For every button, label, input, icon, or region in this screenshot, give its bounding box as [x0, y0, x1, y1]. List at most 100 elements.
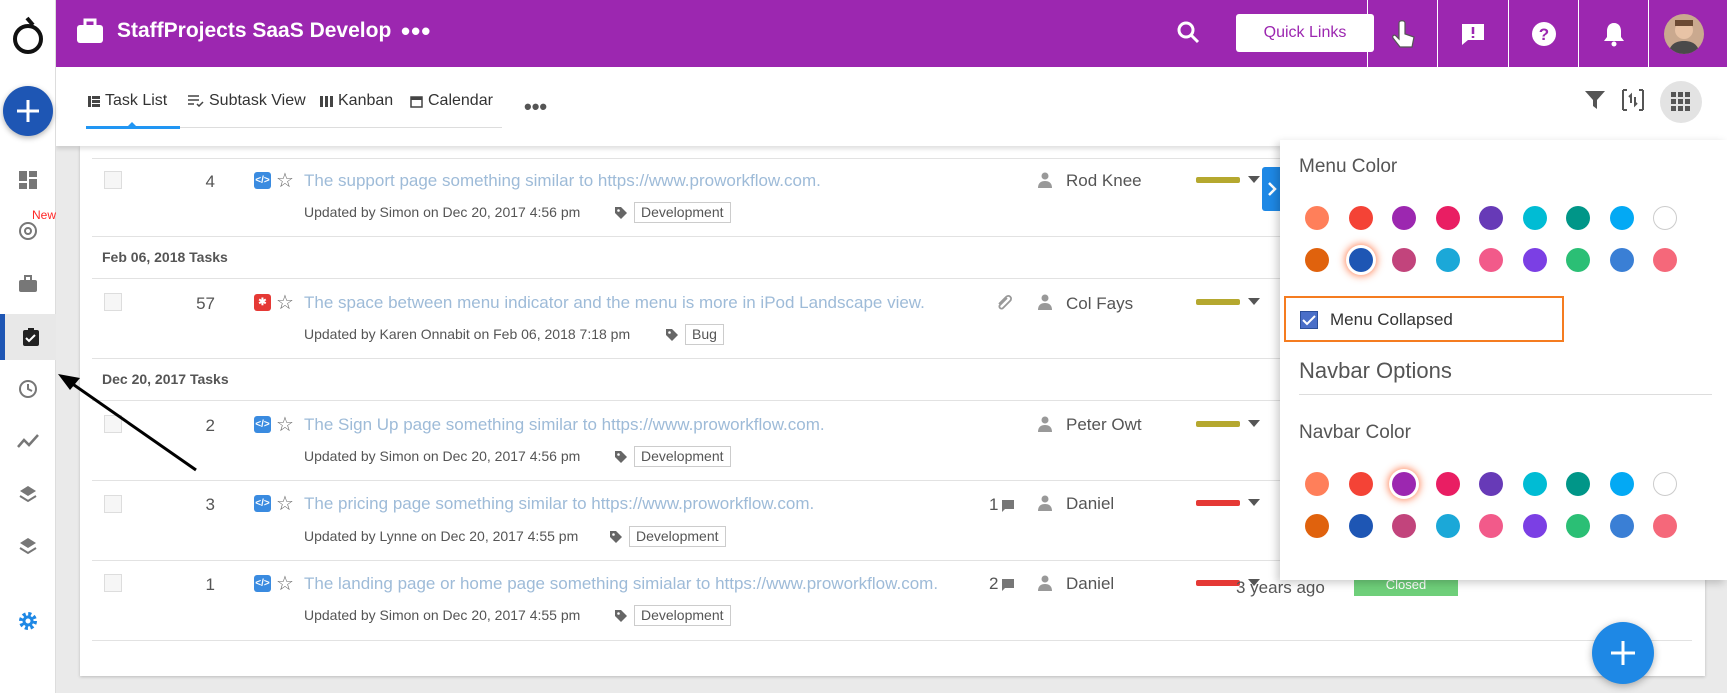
add-task-button[interactable] — [1592, 622, 1654, 684]
priority-dropdown[interactable] — [1248, 420, 1260, 427]
tab-kanban[interactable]: Kanban — [320, 92, 393, 110]
apps-grid-button[interactable] — [1660, 81, 1702, 123]
menu-color-swatch[interactable] — [1348, 206, 1373, 230]
create-new-button[interactable] — [3, 86, 53, 136]
navbar-color-swatch[interactable] — [1348, 514, 1373, 538]
sidebar-item-timesheets[interactable] — [0, 366, 56, 412]
navbar-color-swatch[interactable] — [1522, 514, 1547, 538]
project-more-menu[interactable]: ••• — [401, 16, 431, 47]
user-menu[interactable] — [1648, 0, 1718, 67]
attachment-icon[interactable] — [995, 294, 1013, 314]
menu-color-swatch[interactable] — [1305, 206, 1329, 230]
navbar-color-swatch[interactable] — [1392, 514, 1416, 538]
navbar-color-swatch[interactable] — [1479, 472, 1503, 496]
tab-task-list[interactable]: Task List — [88, 92, 167, 110]
sort-icon[interactable] — [1620, 87, 1646, 113]
menu-color-swatch[interactable] — [1435, 206, 1460, 230]
task-checkbox[interactable] — [104, 574, 122, 592]
navbar-color-swatch[interactable] — [1609, 472, 1634, 496]
panel-toggle-button[interactable] — [1262, 167, 1282, 211]
search-icon[interactable] — [1176, 20, 1200, 44]
menu-color-swatch[interactable] — [1392, 248, 1416, 272]
task-title[interactable]: The Sign Up page something similar to ht… — [304, 415, 825, 435]
tab-subtask-view[interactable]: Subtask View — [188, 92, 306, 110]
task-title[interactable]: The support page something similar to ht… — [304, 171, 821, 191]
task-title[interactable]: The space between menu indicator and the… — [304, 293, 925, 313]
task-assignee[interactable]: Rod Knee — [1066, 171, 1142, 191]
priority-dropdown[interactable] — [1248, 499, 1260, 506]
app-logo[interactable] — [8, 14, 48, 56]
task-title[interactable]: The pricing page something similar to ht… — [304, 494, 814, 514]
priority-dropdown[interactable] — [1248, 298, 1260, 305]
menu-color-swatch[interactable] — [1566, 206, 1590, 230]
star-icon[interactable]: ☆ — [276, 491, 294, 516]
menu-collapsed-checkbox[interactable] — [1300, 311, 1318, 329]
menu-color-swatch[interactable] — [1479, 248, 1503, 272]
sidebar-item-layers-2[interactable] — [0, 523, 56, 569]
task-assignee[interactable]: Daniel — [1066, 574, 1114, 594]
sidebar-item-reports[interactable] — [0, 418, 56, 464]
task-assignee[interactable]: Col Fays — [1066, 294, 1133, 314]
navbar-color-swatch[interactable] — [1566, 514, 1590, 538]
task-assignee[interactable]: Daniel — [1066, 494, 1114, 514]
navbar-color-swatch[interactable] — [1435, 514, 1460, 538]
star-icon[interactable]: ☆ — [276, 290, 294, 315]
navbar-color-swatch[interactable] — [1392, 472, 1416, 496]
menu-color-swatch[interactable] — [1479, 206, 1503, 230]
menu-color-swatch[interactable] — [1392, 206, 1416, 230]
priority-bar — [1196, 580, 1240, 586]
star-icon[interactable]: ☆ — [276, 168, 294, 193]
task-tag[interactable]: Development — [629, 526, 726, 547]
menu-color-swatch[interactable] — [1653, 206, 1677, 230]
menu-color-swatch[interactable] — [1609, 206, 1634, 230]
navbar-color-swatch[interactable] — [1348, 472, 1373, 496]
task-title[interactable]: The landing page or home page something … — [304, 574, 938, 594]
sidebar-item-layers-1[interactable] — [0, 471, 56, 517]
navbar-color-swatch[interactable] — [1653, 514, 1677, 538]
star-icon[interactable]: ☆ — [276, 412, 294, 437]
task-tag[interactable]: Development — [634, 446, 731, 467]
sidebar-item-mentions[interactable] — [0, 208, 56, 254]
group-header: Feb 06, 2018 Tasks — [102, 249, 228, 265]
sidebar-item-tasks[interactable] — [0, 314, 56, 360]
sidebar-item-projects[interactable] — [0, 261, 56, 307]
quick-links-button[interactable]: Quick Links — [1236, 14, 1374, 52]
menu-color-swatch[interactable] — [1522, 248, 1547, 272]
help-button[interactable]: ? — [1508, 0, 1578, 67]
navbar-color-swatch[interactable] — [1305, 472, 1329, 496]
menu-color-swatch[interactable] — [1305, 248, 1329, 272]
task-checkbox[interactable] — [104, 293, 122, 311]
task-tag[interactable]: Development — [634, 605, 731, 626]
navbar-color-swatch[interactable] — [1479, 514, 1503, 538]
task-checkbox[interactable] — [104, 495, 122, 513]
menu-color-swatch[interactable] — [1522, 206, 1547, 230]
sidebar-item-settings[interactable] — [0, 598, 56, 644]
navbar-color-swatch[interactable] — [1566, 472, 1590, 496]
comment-count[interactable]: 2 — [989, 574, 1015, 594]
menu-collapsed-option[interactable]: Menu Collapsed — [1284, 296, 1564, 342]
tab-calendar[interactable]: Calendar — [410, 92, 493, 110]
navbar-color-swatch[interactable] — [1522, 472, 1547, 496]
menu-color-swatch[interactable] — [1435, 248, 1460, 272]
comment-count[interactable]: 1 — [989, 495, 1015, 515]
navbar-color-swatch[interactable] — [1305, 514, 1329, 538]
tabs-more-menu[interactable]: ••• — [524, 94, 547, 120]
task-tag[interactable]: Bug — [685, 324, 724, 345]
task-checkbox[interactable] — [104, 171, 122, 189]
filter-icon[interactable] — [1584, 89, 1606, 111]
menu-color-swatch[interactable] — [1566, 248, 1590, 272]
menu-color-swatch[interactable] — [1653, 248, 1677, 272]
star-icon[interactable]: ☆ — [276, 571, 294, 596]
navbar-color-swatch[interactable] — [1435, 472, 1460, 496]
task-assignee[interactable]: Peter Owt — [1066, 415, 1142, 435]
sidebar-item-dashboard[interactable] — [0, 157, 56, 203]
navbar-color-swatch[interactable] — [1609, 514, 1634, 538]
priority-dropdown[interactable] — [1248, 176, 1260, 183]
menu-color-swatch[interactable] — [1348, 248, 1373, 272]
feedback-button[interactable] — [1437, 0, 1507, 67]
menu-color-swatch[interactable] — [1609, 248, 1634, 272]
navbar-color-swatch[interactable] — [1653, 472, 1677, 496]
touch-mode-button[interactable] — [1367, 0, 1437, 67]
notifications-button[interactable] — [1578, 0, 1648, 67]
task-tag[interactable]: Development — [634, 202, 731, 223]
